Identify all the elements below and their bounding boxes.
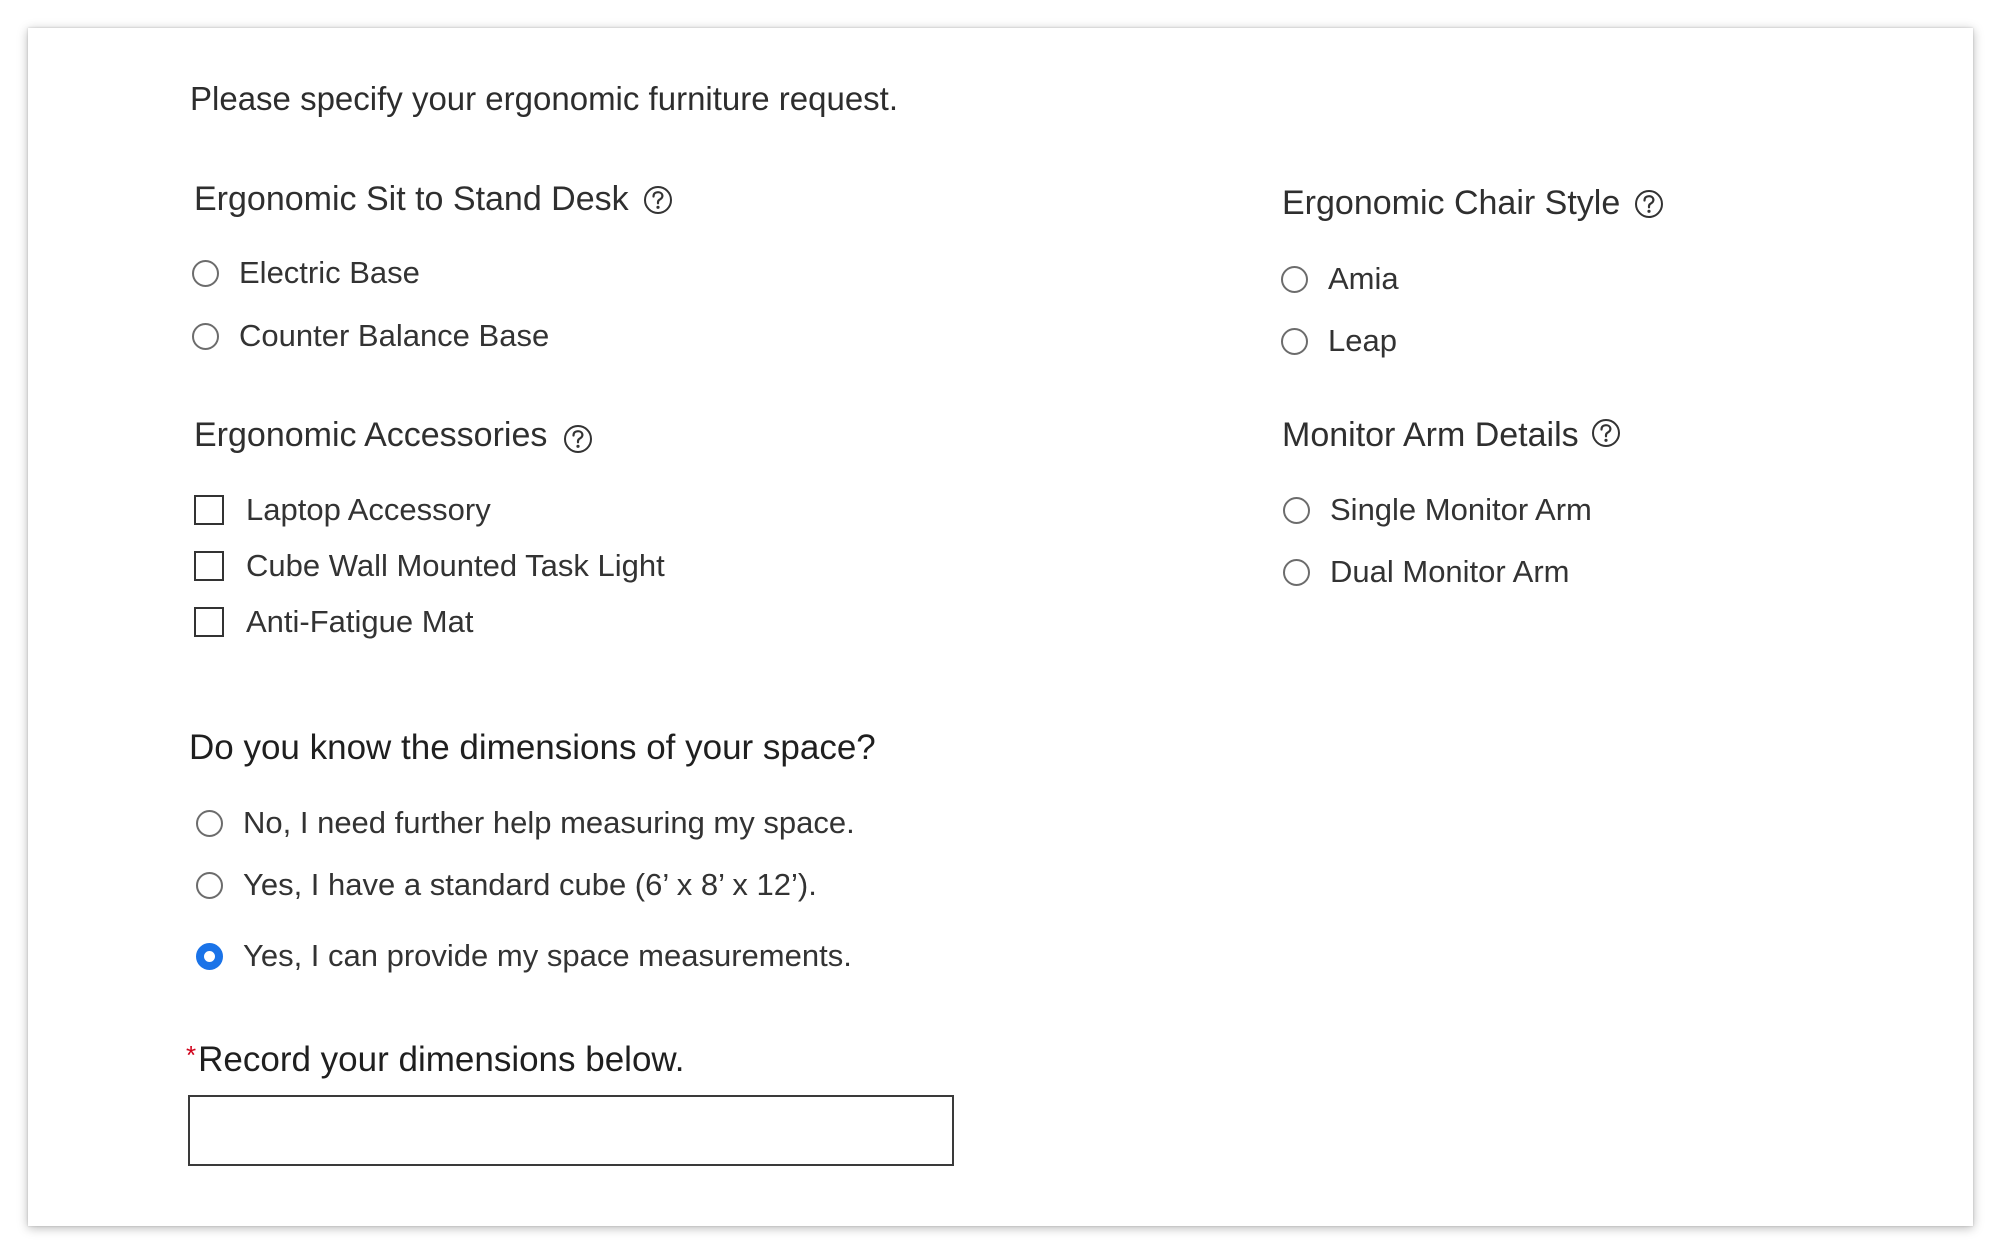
radio-button[interactable] (196, 871, 223, 899)
question-circle-icon[interactable] (563, 424, 593, 454)
checkbox[interactable] (194, 551, 224, 581)
dimensions-option-standard-cube[interactable]: Yes, I have a standard cube (6’ x 8’ x 1… (196, 867, 817, 903)
option-label: Amia (1328, 261, 1399, 296)
radio-button[interactable] (1281, 327, 1308, 355)
radio-button[interactable] (1281, 265, 1308, 293)
accessory-option-anti-fatigue-mat[interactable]: Anti-Fatigue Mat (194, 604, 473, 640)
radio-button-selected[interactable] (196, 942, 223, 970)
option-label: Counter Balance Base (239, 318, 550, 353)
option-label: Yes, I have a standard cube (6’ x 8’ x 1… (243, 867, 817, 902)
option-label: Electric Base (239, 255, 420, 290)
radio-button[interactable] (192, 259, 219, 287)
monitor-section-label: Monitor Arm Details (1282, 416, 1579, 454)
question-circle-icon[interactable] (1591, 418, 1621, 448)
question-circle-icon[interactable] (1634, 189, 1664, 219)
option-label: Cube Wall Mounted Task Light (246, 548, 665, 583)
checkbox[interactable] (194, 495, 224, 525)
dimensions-question: Do you know the dimensions of your space… (189, 728, 876, 767)
desk-section-label: Ergonomic Sit to Stand Desk (194, 180, 629, 218)
radio-button[interactable] (1283, 558, 1310, 586)
option-label: Yes, I can provide my space measurements… (243, 938, 852, 973)
radio-button[interactable] (196, 809, 223, 837)
desk-option-electric-base[interactable]: Electric Base (192, 255, 420, 291)
intro-text: Please specify your ergonomic furniture … (190, 80, 899, 117)
option-label: Single Monitor Arm (1330, 492, 1592, 527)
option-label: Leap (1328, 323, 1397, 358)
desk-option-counter-balance-base[interactable]: Counter Balance Base (192, 318, 549, 354)
question-circle-icon[interactable] (643, 185, 673, 215)
dimensions-option-need-help[interactable]: No, I need further help measuring my spa… (196, 805, 855, 841)
desk-section-title: Ergonomic Sit to Stand Desk (194, 180, 673, 219)
dimensions-input[interactable] (188, 1095, 954, 1166)
monitor-option-single[interactable]: Single Monitor Arm (1283, 492, 1592, 528)
record-label-text: Record your dimensions below. (198, 1040, 685, 1079)
radio-button[interactable] (1283, 496, 1310, 524)
chair-section-title: Ergonomic Chair Style (1282, 184, 1664, 223)
chair-option-leap[interactable]: Leap (1281, 323, 1397, 359)
monitor-option-dual[interactable]: Dual Monitor Arm (1283, 554, 1569, 590)
accessory-option-laptop[interactable]: Laptop Accessory (194, 492, 491, 528)
request-form-card: Please specify your ergonomic furniture … (28, 28, 1973, 1226)
option-label: Dual Monitor Arm (1330, 554, 1570, 589)
radio-button[interactable] (192, 322, 219, 350)
option-label: Anti-Fatigue Mat (246, 604, 474, 639)
accessories-section-title: Ergonomic Accessories (194, 416, 593, 455)
checkbox[interactable] (194, 607, 224, 637)
chair-section-label: Ergonomic Chair Style (1282, 184, 1621, 222)
accessory-option-task-light[interactable]: Cube Wall Mounted Task Light (194, 548, 665, 584)
monitor-section-title: Monitor Arm Details (1282, 416, 1621, 455)
dimensions-option-provide-measurements[interactable]: Yes, I can provide my space measurements… (196, 938, 852, 974)
chair-option-amia[interactable]: Amia (1281, 261, 1399, 297)
required-marker: * (186, 1040, 197, 1070)
accessories-section-label: Ergonomic Accessories (194, 416, 548, 454)
option-label: Laptop Accessory (246, 492, 491, 527)
option-label: No, I need further help measuring my spa… (243, 805, 855, 840)
record-dimensions-label: *Record your dimensions below. (186, 1040, 685, 1080)
